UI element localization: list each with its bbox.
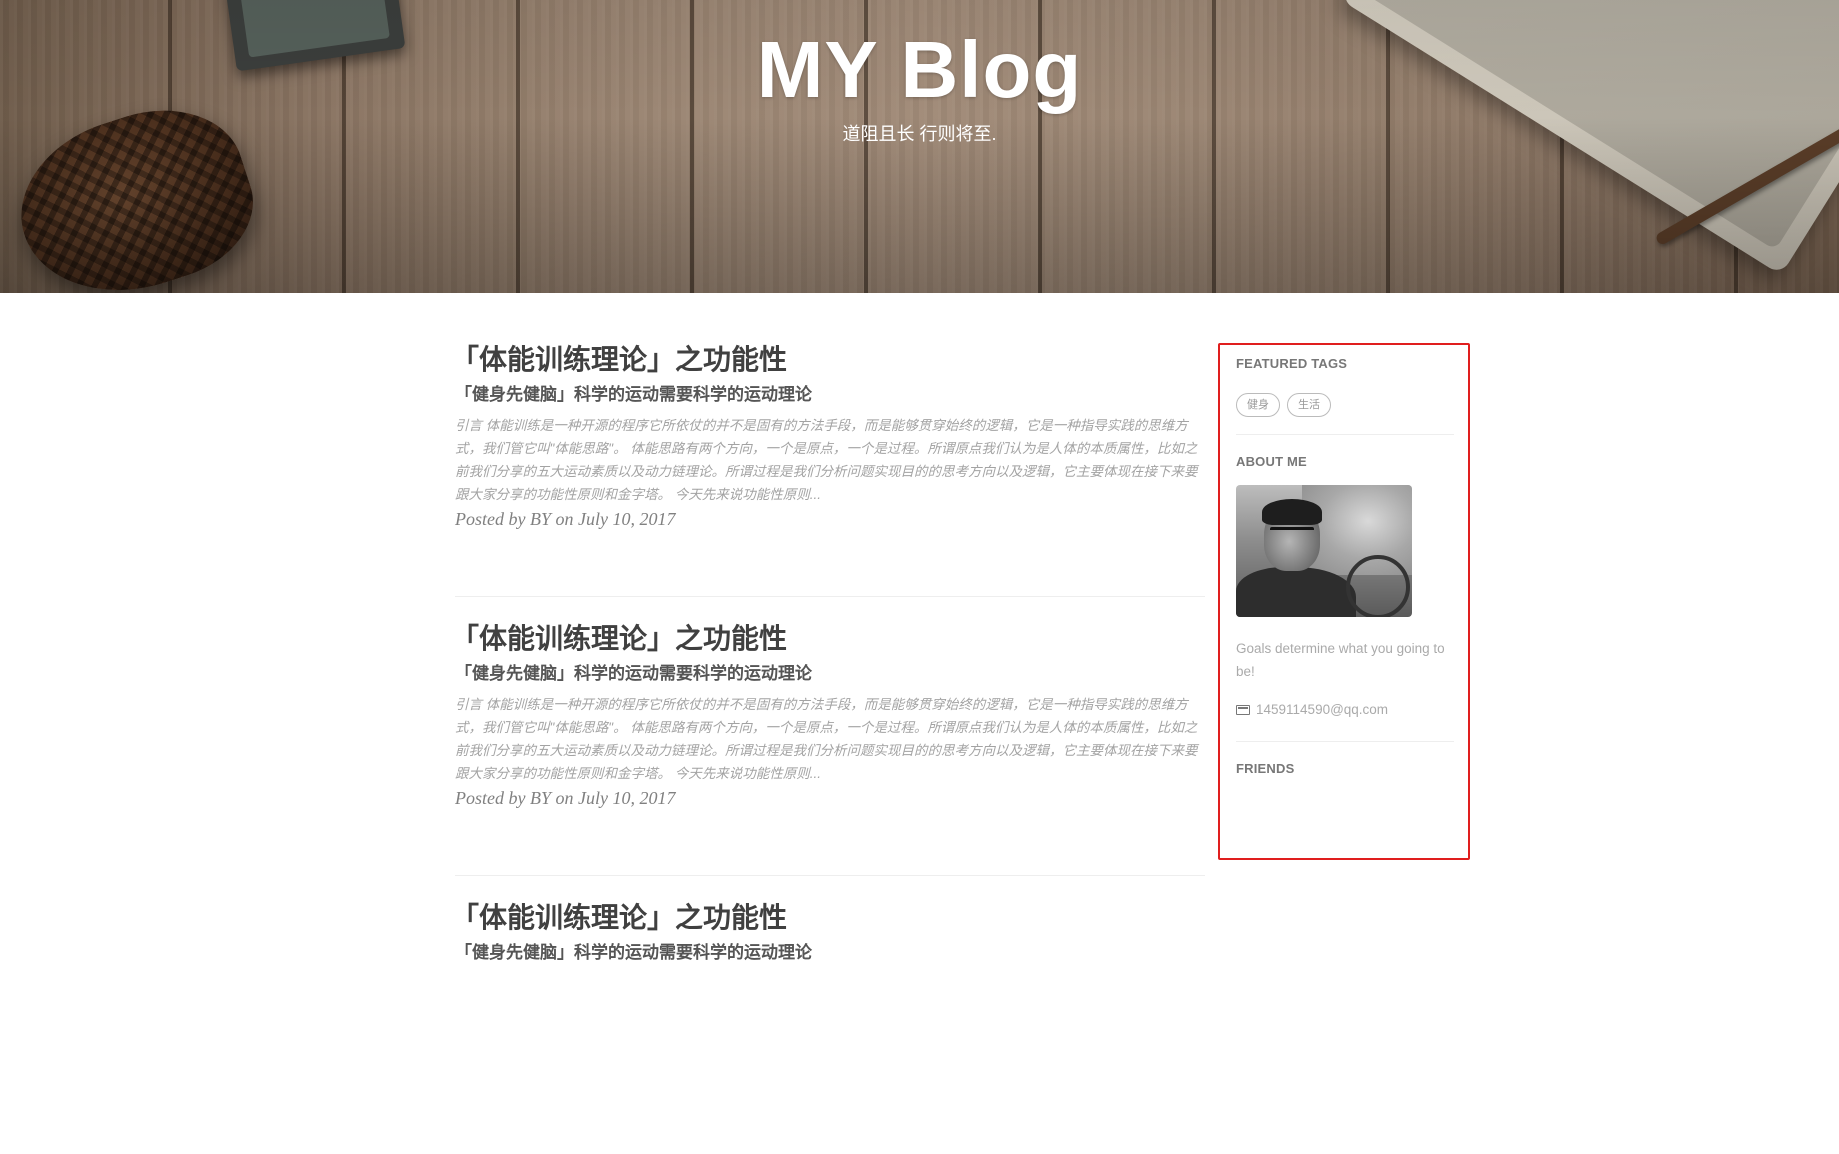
- post-preview: 「体能训练理论」之功能性 「健身先健脑」科学的运动需要科学的运动理论 引言 体能…: [451, 619, 1205, 876]
- friends-heading: FRIENDS: [1236, 761, 1295, 776]
- post-title[interactable]: 「体能训练理论」之功能性: [451, 340, 1205, 380]
- site-title: MY Blog: [756, 25, 1083, 114]
- tag-life[interactable]: 生活: [1287, 393, 1331, 417]
- about-text: Goals determine what you going to be!: [1236, 641, 1445, 679]
- header-banner: MY Blog 道阻且长 行则将至.: [0, 0, 1839, 293]
- email-address[interactable]: 1459114590@qq.com: [1256, 701, 1388, 719]
- post-subtitle[interactable]: 「健身先健脑」科学的运动需要科学的运动理论: [455, 662, 1205, 686]
- tag-fitness[interactable]: 健身: [1236, 393, 1280, 417]
- post-meta: Posted by BY on July 10, 2017: [455, 509, 676, 529]
- avatar: [1236, 485, 1412, 617]
- email-row[interactable]: 1459114590@qq.com: [1236, 701, 1454, 719]
- featured-tags-heading: FEATURED TAGS: [1236, 356, 1348, 371]
- tag-list: 健身 生活: [1236, 393, 1454, 417]
- sidebar-panel: FEATURED TAGS 健身 生活 ABOUT ME Goals deter…: [1218, 343, 1470, 860]
- site-subtitle: 道阻且长 行则将至.: [842, 124, 997, 144]
- post-title[interactable]: 「体能训练理论」之功能性: [451, 898, 1205, 938]
- post-excerpt[interactable]: 引言 体能训练是一种开源的程序它所依仗的并不是固有的方法手段，而是能够贯穿始终的…: [455, 414, 1205, 506]
- post-list: 「体能训练理论」之功能性 「健身先健脑」科学的运动需要科学的运动理论 引言 体能…: [451, 340, 1205, 1154]
- post-excerpt[interactable]: 引言 体能训练是一种开源的程序它所依仗的并不是固有的方法手段，而是能够贯穿始终的…: [455, 693, 1205, 785]
- post-title[interactable]: 「体能训练理论」之功能性: [451, 619, 1205, 659]
- mail-icon: [1236, 705, 1250, 715]
- post-preview: 「体能训练理论」之功能性 「健身先健脑」科学的运动需要科学的运动理论 引言 体能…: [451, 340, 1205, 597]
- post-preview: 「体能训练理论」之功能性 「健身先健脑」科学的运动需要科学的运动理论: [451, 898, 1205, 1154]
- post-subtitle[interactable]: 「健身先健脑」科学的运动需要科学的运动理论: [455, 941, 1205, 965]
- post-meta: Posted by BY on July 10, 2017: [455, 788, 676, 808]
- about-me-heading: ABOUT ME: [1236, 454, 1307, 469]
- post-subtitle[interactable]: 「健身先健脑」科学的运动需要科学的运动理论: [455, 383, 1205, 407]
